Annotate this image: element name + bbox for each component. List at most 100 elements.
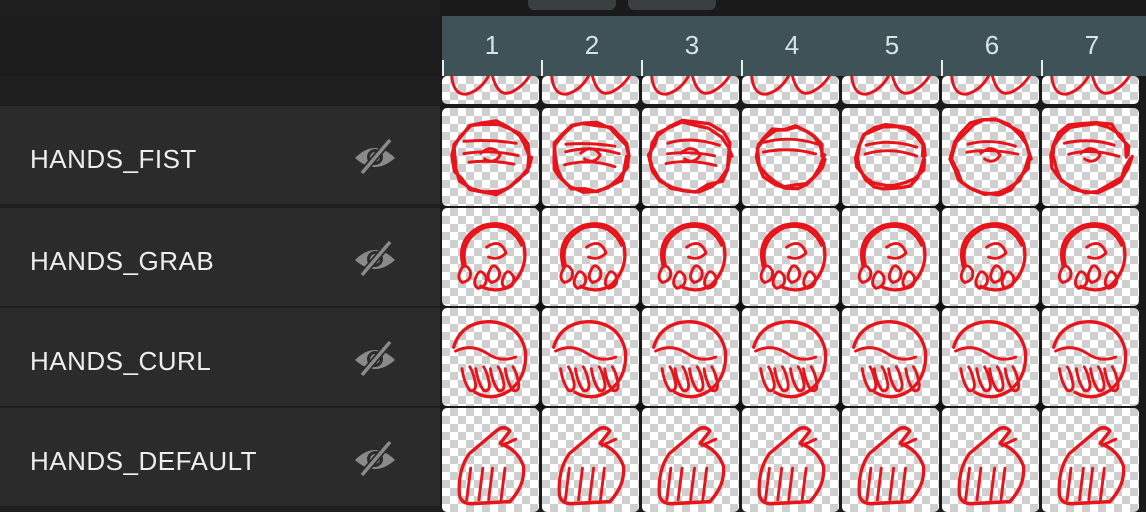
hand-drawing <box>650 76 731 96</box>
hand-drawing <box>1049 120 1134 195</box>
frame-divider <box>941 60 943 76</box>
hand-drawing <box>757 426 826 506</box>
frame-grid: 1234567 <box>442 16 1146 512</box>
eye-hidden-icon[interactable] <box>352 136 398 176</box>
eye-hidden-icon[interactable] <box>352 438 398 478</box>
hand-drawing <box>950 76 1031 96</box>
hand-drawing <box>851 320 928 399</box>
frame-cell-grab[interactable] <box>542 208 639 306</box>
frame-cell-fist[interactable] <box>542 108 639 206</box>
hand-drawing <box>759 222 827 292</box>
frame-cell-curl[interactable] <box>842 308 939 406</box>
frame-divider <box>741 60 743 76</box>
hand-drawing <box>951 320 1028 399</box>
frame-cell-open[interactable] <box>442 408 539 512</box>
layer-name: HANDS_CURL <box>30 346 212 376</box>
frame-cell-partial[interactable] <box>642 76 739 104</box>
layer-row-hands-fist[interactable]: HANDS_FIST <box>0 104 440 204</box>
hand-drawing <box>657 222 727 292</box>
eye-hidden-icon[interactable] <box>352 238 398 278</box>
hand-drawing <box>450 119 534 197</box>
layer-row-hands-grab[interactable]: HANDS_GRAB <box>0 206 440 306</box>
hand-drawing <box>750 76 831 96</box>
playhead-marker <box>442 60 444 76</box>
hand-drawing <box>857 426 926 506</box>
frame-cell-partial[interactable] <box>442 76 539 104</box>
hand-drawing <box>451 320 528 399</box>
frame-cell-fist[interactable] <box>642 108 739 206</box>
frame-divider <box>641 60 643 76</box>
layer-row-hands-curl[interactable]: HANDS_CURL <box>0 306 440 406</box>
hand-drawing <box>646 118 734 194</box>
frame-cell-grab[interactable] <box>1042 208 1139 306</box>
hand-drawing <box>552 120 631 194</box>
hand-drawing <box>1051 320 1128 399</box>
hand-drawing <box>1057 426 1126 506</box>
frame-cell-grab[interactable] <box>742 208 839 306</box>
frame-number[interactable]: 1 <box>442 30 542 61</box>
hand-drawing <box>1050 76 1131 96</box>
hand-drawing <box>450 76 531 96</box>
hand-drawing <box>457 222 527 292</box>
hand-drawing <box>557 426 626 506</box>
hand-drawing <box>551 320 628 399</box>
layer-panel: HANDS_FIST HANDS_GRAB HANDS_CURL HANDS_DEFA… <box>0 0 440 512</box>
eye-hidden-icon[interactable] <box>352 338 398 378</box>
frame-cell-fist[interactable] <box>842 108 939 206</box>
frame-cell-curl[interactable] <box>642 308 739 406</box>
frame-cell-fist[interactable] <box>942 108 1039 206</box>
layer-name: HANDS_DEFAULT <box>30 446 258 476</box>
frame-number[interactable]: 2 <box>542 30 642 61</box>
hand-drawing <box>857 222 927 292</box>
hand-drawing <box>657 426 726 506</box>
frame-cell-fist[interactable] <box>442 108 539 206</box>
frame-number-header: 1234567 <box>442 16 1146 76</box>
frame-cell-open[interactable] <box>1042 408 1139 512</box>
frame-cell-curl[interactable] <box>742 308 839 406</box>
frame-number[interactable]: 7 <box>1042 30 1142 61</box>
frame-number[interactable]: 3 <box>642 30 742 61</box>
layer-name: HANDS_GRAB <box>30 246 215 276</box>
toolbar-button[interactable] <box>628 0 716 10</box>
frame-cell-curl[interactable] <box>942 308 1039 406</box>
frame-cell-partial[interactable] <box>542 76 639 104</box>
frame-cell-open[interactable] <box>542 408 639 512</box>
frame-cell-partial[interactable] <box>742 76 839 104</box>
hand-drawing <box>948 117 1033 197</box>
frame-cell-partial[interactable] <box>942 76 1039 104</box>
frame-number[interactable]: 5 <box>842 30 942 61</box>
layer-name: HANDS_FIST <box>30 144 197 174</box>
frame-cell-curl[interactable] <box>1042 308 1139 406</box>
frame-cell-partial[interactable] <box>1042 76 1139 104</box>
frame-number[interactable]: 6 <box>942 30 1042 61</box>
hand-drawing <box>754 124 827 191</box>
layer-row-hands-default[interactable]: HANDS_DEFAULT <box>0 406 440 506</box>
hand-drawing <box>1057 222 1127 292</box>
hand-drawing <box>957 426 1026 506</box>
frame-cell-open[interactable] <box>642 408 739 512</box>
frame-cell-partial[interactable] <box>842 76 939 104</box>
frame-cell-open[interactable] <box>842 408 939 512</box>
hand-drawing <box>559 222 627 292</box>
hand-drawing <box>853 122 927 191</box>
frame-cell-grab[interactable] <box>942 208 1039 306</box>
frame-number[interactable]: 4 <box>742 30 842 61</box>
frame-cell-open[interactable] <box>942 408 1039 512</box>
frame-divider <box>541 60 543 76</box>
frame-cell-curl[interactable] <box>542 308 639 406</box>
frame-cell-grab[interactable] <box>842 208 939 306</box>
frame-cell-curl[interactable] <box>442 308 539 406</box>
hand-drawing <box>751 320 828 399</box>
frame-cell-open[interactable] <box>742 408 839 512</box>
hand-drawing <box>550 76 631 96</box>
hand-drawing <box>850 76 931 96</box>
frame-cell-grab[interactable] <box>442 208 539 306</box>
hand-drawing <box>959 222 1027 292</box>
frame-cell-grab[interactable] <box>642 208 739 306</box>
frame-cell-fist[interactable] <box>1042 108 1139 206</box>
hand-drawing <box>651 320 728 399</box>
toolbar-button[interactable] <box>528 0 616 10</box>
frame-cell-fist[interactable] <box>742 108 839 206</box>
layer-panel-header <box>0 16 440 76</box>
hand-drawing <box>457 426 526 506</box>
